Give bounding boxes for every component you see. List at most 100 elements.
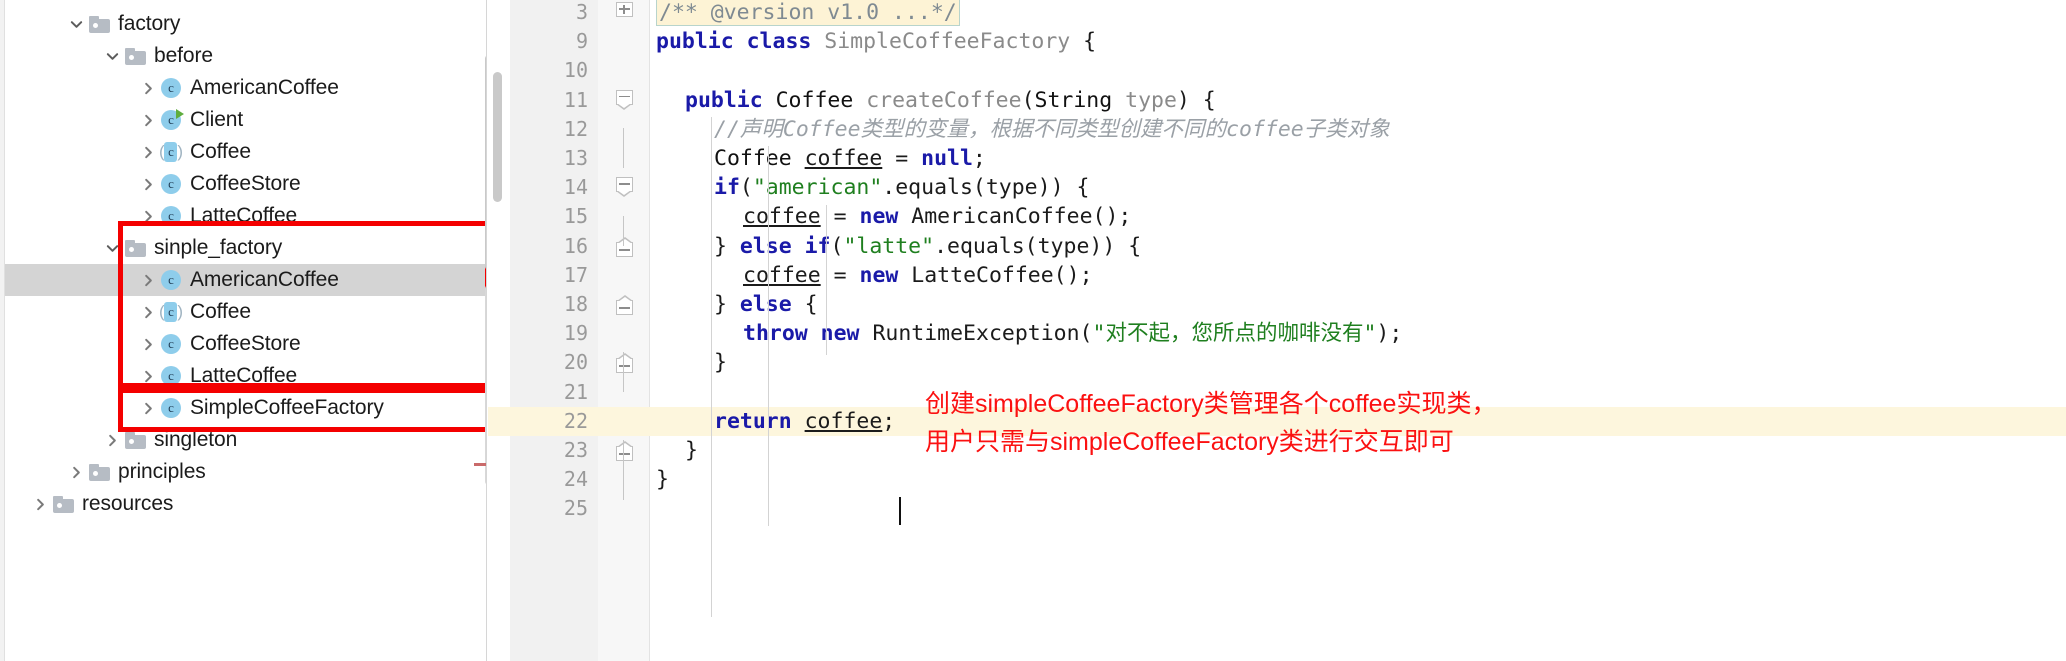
code-text[interactable]: coffee = new LatteCoffee(); <box>743 261 1093 290</box>
chevron-right-icon[interactable] <box>137 360 159 392</box>
folder-icon <box>124 239 146 257</box>
tree-item-principles[interactable]: principles <box>5 456 487 488</box>
code-text[interactable]: if("american".equals(type)) { <box>714 173 1089 202</box>
chevron-right-icon[interactable] <box>101 424 123 456</box>
annotation-line-1: 创建simpleCoffeeFactory类管理各个coffee实现类， <box>925 390 1497 418</box>
tree-item-americancoffee[interactable]: c AmericanCoffee <box>5 72 487 104</box>
chevron-down-icon[interactable] <box>65 8 87 40</box>
code-line[interactable]: 24} <box>488 465 2066 494</box>
tree-item-factory[interactable]: factory <box>5 8 487 40</box>
annotation-line-2: 用户只需与simpleCoffeeFactory类进行交互即可 <box>925 428 1454 456</box>
fold-marker[interactable] <box>610 348 638 377</box>
code-text[interactable]: } <box>685 436 698 465</box>
tree-item-client[interactable]: c Client <box>5 104 487 136</box>
class-icon: c <box>160 269 182 291</box>
tree-item-coffeestore[interactable]: c CoffeeStore <box>5 328 487 360</box>
fold-marker[interactable] <box>610 232 638 261</box>
chevron-right-icon[interactable] <box>137 296 159 328</box>
code-text[interactable]: } else { <box>714 290 818 319</box>
code-line[interactable]: 18} else { <box>488 290 2066 319</box>
code-line[interactable]: 12 //声明Coffee类型的变量，根据不同类型创建不同的coffee子类对象 <box>488 115 2066 144</box>
fold-collapse-icon[interactable] <box>615 177 633 198</box>
tree-item-coffeestore[interactable]: c CoffeeStore <box>5 168 487 200</box>
class-icon: c <box>160 77 182 99</box>
chevron-right-icon[interactable] <box>137 200 159 232</box>
tree-item-coffee[interactable]: (c) Coffee <box>5 296 487 328</box>
tree-item-label: SimpleCoffeeFactory <box>190 396 384 419</box>
fold-expand-icon[interactable] <box>615 2 633 23</box>
chevron-right-icon[interactable] <box>137 328 159 360</box>
tree-item-before[interactable]: before <box>5 40 487 72</box>
fold-region-end-icon[interactable] <box>615 352 633 374</box>
code-text[interactable]: coffee = new AmericanCoffee(); <box>743 202 1131 231</box>
tree-item-sinple-factory[interactable]: sinple_factory <box>5 232 487 264</box>
chevron-right-icon[interactable] <box>65 456 87 488</box>
code-token: LatteCoffee(); <box>911 262 1093 288</box>
fold-connector-line <box>623 440 624 500</box>
code-token: ); <box>1376 321 1403 347</box>
fold-collapse-icon[interactable] <box>615 89 633 111</box>
fold-marker[interactable] <box>610 436 638 465</box>
code-line[interactable]: 19 throw new RuntimeException("对不起，您所点的咖啡… <box>488 319 2066 348</box>
code-line[interactable]: 17 coffee = new LatteCoffee(); <box>488 261 2066 290</box>
code-editor[interactable]: 3 /** @version v1.0 ...*/ 9 public class Si… <box>488 0 2066 661</box>
code-line[interactable]: 13 Coffee coffee = null; <box>488 144 2066 173</box>
code-text[interactable]: return coffee; <box>714 407 895 436</box>
code-text[interactable]: } else if("latte".equals(type)) { <box>714 232 1141 261</box>
fold-region-end-icon[interactable] <box>615 236 633 257</box>
code-text[interactable]: public class SimpleCoffeeFactory { <box>656 27 1096 56</box>
line-number: 9 <box>575 29 588 54</box>
code-token: { <box>1083 29 1097 55</box>
code-line[interactable]: 25 <box>488 494 2066 523</box>
code-line[interactable]: 3 /** @version v1.0 ...*/ <box>488 0 2066 27</box>
folder-icon <box>124 47 146 65</box>
code-token: coffee <box>804 146 883 171</box>
fold-marker[interactable] <box>610 290 638 319</box>
class-icon: c <box>160 397 182 419</box>
tree-item-label: AmericanCoffee <box>190 76 339 99</box>
code-token: = <box>882 146 922 171</box>
chevron-right-icon[interactable] <box>137 104 159 136</box>
chevron-right-icon[interactable] <box>137 264 159 296</box>
chevron-right-icon[interactable] <box>137 392 159 424</box>
code-line[interactable]: 15 coffee = new AmericanCoffee(); <box>488 202 2066 231</box>
fold-region-end-icon[interactable] <box>615 440 633 462</box>
fold-marker[interactable] <box>610 0 638 27</box>
code-line[interactable]: 20} <box>488 348 2066 377</box>
code-line[interactable]: 16} else if("latte".equals(type)) { <box>488 232 2066 261</box>
class-icon: c <box>160 205 182 227</box>
chevron-right-icon[interactable] <box>137 168 159 200</box>
fold-marker[interactable] <box>610 173 638 202</box>
chevron-down-icon[interactable] <box>101 232 123 264</box>
fold-region-end-icon[interactable] <box>615 294 633 316</box>
chevron-down-icon[interactable] <box>101 40 123 72</box>
chevron-right-icon[interactable] <box>137 136 159 168</box>
code-text[interactable]: //声明Coffee类型的变量，根据不同类型创建不同的coffee子类对象 <box>714 115 1390 144</box>
line-number: 23 <box>563 438 588 462</box>
project-tree-panel[interactable]: factory before c AmericanCoffee c Client (c) Co… <box>0 0 487 661</box>
code-line[interactable]: 11 public Coffee createCoffee(String type… <box>488 86 2066 115</box>
class-icon: c <box>160 365 182 387</box>
code-text[interactable]: public Coffee createCoffee(String type) … <box>685 86 1216 115</box>
code-text[interactable]: Coffee coffee = null; <box>714 144 986 173</box>
code-text[interactable]: /** @version v1.0 ...*/ <box>656 0 960 27</box>
tree-item-singleton[interactable]: singleton <box>5 424 487 456</box>
chevron-right-icon[interactable] <box>29 488 51 520</box>
code-text[interactable]: } <box>656 465 669 494</box>
code-line[interactable]: 14 if("american".equals(type)) { <box>488 173 2066 202</box>
tree-item-simplecoffeefactory[interactable]: c SimpleCoffeeFactory <box>5 392 487 424</box>
tree-item-label: resources <box>82 492 174 515</box>
fold-marker[interactable] <box>610 86 638 115</box>
tree-item-americancoffee[interactable]: c AmericanCoffee <box>5 264 487 296</box>
code-line[interactable]: 9 public class SimpleCoffeeFactory { <box>488 27 2066 56</box>
tree-item-label: Coffee <box>190 300 251 323</box>
line-number: 10 <box>563 58 588 83</box>
chevron-right-icon[interactable] <box>137 72 159 104</box>
tree-item-lattecoffee[interactable]: c LatteCoffee <box>5 360 487 392</box>
tree-item-resources[interactable]: resources <box>5 488 487 520</box>
code-line[interactable]: 10 <box>488 56 2066 85</box>
code-text[interactable]: } <box>714 348 727 377</box>
tree-item-lattecoffee[interactable]: c LatteCoffee <box>5 200 487 232</box>
tree-item-coffee[interactable]: (c) Coffee <box>5 136 487 168</box>
code-text[interactable]: throw new RuntimeException("对不起，您所点的咖啡没有… <box>743 319 1402 348</box>
